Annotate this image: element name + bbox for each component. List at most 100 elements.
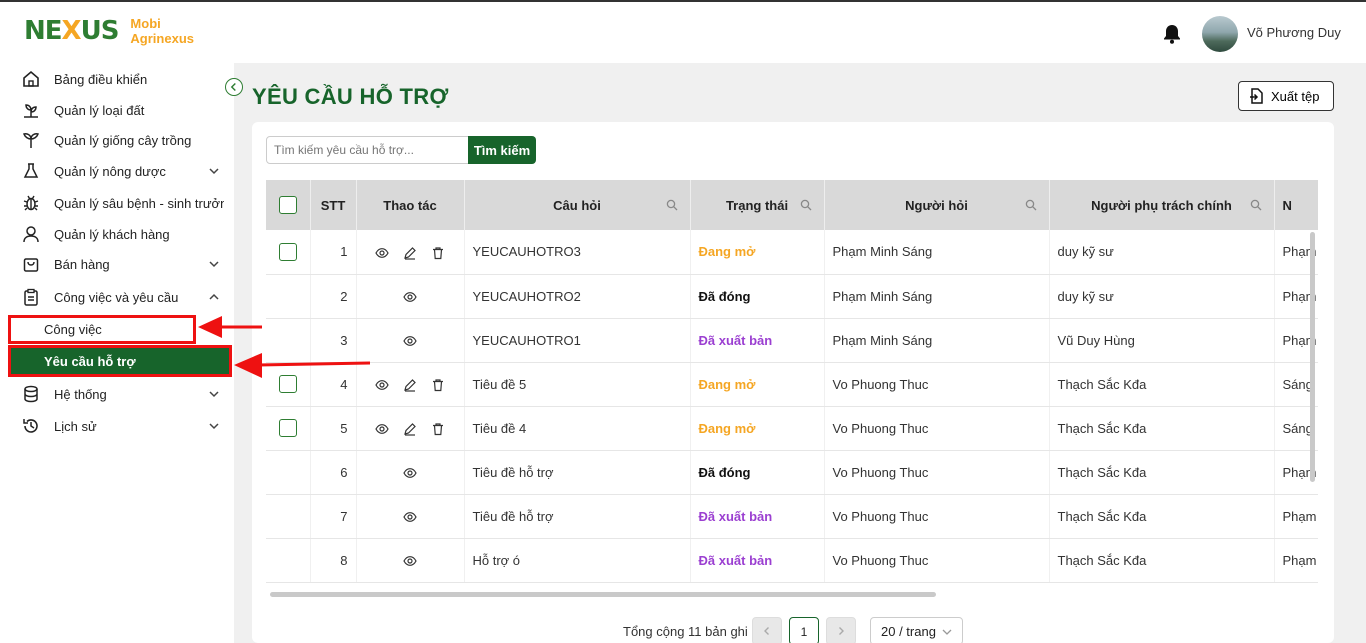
- delete-icon[interactable]: [431, 378, 445, 392]
- sidebar-item-tasks-requests[interactable]: Công việc và yêu cầu: [0, 282, 234, 312]
- page-size-select[interactable]: 20 / trang: [870, 617, 963, 643]
- sidebar-subitem-support-requests[interactable]: Yêu cầu hỗ trợ: [8, 345, 232, 377]
- view-icon[interactable]: [403, 334, 417, 348]
- row-question: Tiêu đề 5: [464, 362, 691, 407]
- header-select-all[interactable]: [266, 180, 311, 230]
- sidebar-item-pests[interactable]: Quản lý sâu bệnh - sinh trưởng: [0, 188, 234, 218]
- view-icon[interactable]: [403, 290, 417, 304]
- table-row[interactable]: 5 Tiêu đề 4 Đang mở Vo Phuong Thuc Thạch Sắc…: [266, 406, 1318, 451]
- export-button[interactable]: Xuất tệp: [1238, 81, 1334, 111]
- view-icon[interactable]: [375, 378, 389, 392]
- row-actions: [356, 494, 465, 539]
- row-actions: [356, 274, 465, 319]
- row-select-cell[interactable]: [266, 494, 311, 539]
- edit-icon[interactable]: [403, 422, 417, 436]
- sidebar: Bảng điều khiển Quản lý loại đất Quản lý…: [0, 63, 234, 643]
- view-icon[interactable]: [375, 422, 389, 436]
- row-asker: Phạm Minh Sáng: [824, 274, 1050, 319]
- sidebar-item-pesticides[interactable]: Quản lý nông dược: [0, 156, 234, 186]
- sidebar-item-customers[interactable]: Quản lý khách hàng: [0, 219, 234, 249]
- table-row[interactable]: 8 Hỗ trợ ó Đã xuất bản Vo Phuong Thuc Thạch …: [266, 538, 1318, 583]
- row-actions: [356, 362, 465, 407]
- table-row[interactable]: 6 Tiêu đề hỗ trợ Đã đóng Vo Phuong Thuc Thạc…: [266, 450, 1318, 495]
- header-stt: STT: [310, 180, 357, 230]
- logo[interactable]: NEXUS Mobi Agrinexus: [24, 16, 194, 46]
- collapse-sidebar-icon[interactable]: [225, 78, 243, 96]
- delete-icon[interactable]: [431, 422, 445, 436]
- annotation-arrow-icon: [198, 316, 262, 338]
- row-stt: 2: [310, 274, 357, 319]
- header-asker: Người hỏi: [824, 180, 1050, 230]
- vertical-scrollbar[interactable]: [1310, 232, 1315, 482]
- column-search-icon[interactable]: [800, 199, 812, 211]
- database-icon: [24, 385, 38, 403]
- logo-mark: NEXUS: [24, 16, 119, 46]
- row-owner: Thạch Sắc Kđa: [1049, 538, 1275, 583]
- column-search-icon[interactable]: [1025, 199, 1037, 211]
- row-status: Đã xuất bản: [690, 494, 825, 539]
- row-actions: [356, 318, 465, 363]
- view-icon[interactable]: [375, 246, 389, 260]
- sidebar-subitem-tasks[interactable]: Công việc: [8, 315, 196, 344]
- requests-table: STT Thao tác Câu hỏi Trạng thái Người hỏ…: [266, 180, 1318, 585]
- row-status: Đang mở: [690, 362, 825, 407]
- row-status: Đã đóng: [690, 450, 825, 495]
- chevron-right-icon: [839, 626, 844, 635]
- bell-icon[interactable]: [1163, 24, 1181, 44]
- row-owner: duy kỹ sư: [1049, 274, 1275, 319]
- chevron-up-icon: [209, 293, 219, 300]
- row-stt: 8: [310, 538, 357, 583]
- select-all-checkbox[interactable]: [278, 196, 297, 214]
- row-actions: [356, 538, 465, 583]
- view-icon[interactable]: [403, 554, 417, 568]
- row-stt: 5: [310, 406, 357, 451]
- table-row[interactable]: 7 Tiêu đề hỗ trợ Đã xuất bản Vo Phuong Thuc…: [266, 494, 1318, 539]
- column-search-icon[interactable]: [666, 199, 678, 211]
- view-icon[interactable]: [403, 466, 417, 480]
- sidebar-item-dashboard[interactable]: Bảng điều khiển: [0, 64, 234, 94]
- edit-icon[interactable]: [403, 378, 417, 392]
- search-button[interactable]: Tìm kiếm: [468, 136, 536, 164]
- next-page-button[interactable]: [826, 617, 856, 643]
- row-extra: Phạm: [1274, 538, 1318, 583]
- row-select-cell[interactable]: [266, 406, 311, 451]
- row-select-cell[interactable]: [266, 450, 311, 495]
- row-checkbox[interactable]: [278, 242, 297, 261]
- sidebar-item-soil[interactable]: Quản lý loại đất: [0, 95, 234, 125]
- horizontal-scrollbar[interactable]: [270, 592, 936, 597]
- column-search-icon[interactable]: [1250, 199, 1262, 211]
- row-select-cell[interactable]: [266, 538, 311, 583]
- avatar[interactable]: [1202, 16, 1238, 52]
- row-status: Đã xuất bản: [690, 538, 825, 583]
- row-stt: 6: [310, 450, 357, 495]
- page-number-button[interactable]: 1: [789, 617, 819, 643]
- flask-icon: [23, 163, 39, 178]
- row-actions: [356, 406, 465, 451]
- row-asker: Vo Phuong Thuc: [824, 362, 1050, 407]
- annotation-arrow-icon: [234, 353, 371, 378]
- delete-icon[interactable]: [431, 246, 445, 260]
- row-select-cell[interactable]: [266, 274, 311, 319]
- view-icon[interactable]: [403, 510, 417, 524]
- edit-icon[interactable]: [403, 246, 417, 260]
- row-asker: Vo Phuong Thuc: [824, 450, 1050, 495]
- sidebar-item-sales[interactable]: Bán hàng: [0, 249, 234, 279]
- sidebar-item-history[interactable]: Lịch sử: [0, 411, 234, 441]
- history-icon: [23, 419, 38, 433]
- chevron-down-icon: [209, 423, 219, 430]
- prev-page-button[interactable]: [752, 617, 782, 643]
- search-input[interactable]: [266, 136, 469, 164]
- user-name[interactable]: Võ Phương Duy: [1247, 25, 1341, 40]
- sidebar-item-seeds[interactable]: Quản lý giống cây trồng: [0, 125, 234, 155]
- row-asker: Phạm Minh Sáng: [824, 318, 1050, 363]
- sidebar-item-system[interactable]: Hệ thống: [0, 379, 234, 409]
- row-owner: Thạch Sắc Kđa: [1049, 494, 1275, 539]
- table-row[interactable]: 1 YEUCAUHOTRO3 Đang mở Phạm Minh Sáng duy kỹ…: [266, 230, 1318, 275]
- row-asker: Vo Phuong Thuc: [824, 494, 1050, 539]
- table-row[interactable]: 2 YEUCAUHOTRO2 Đã đóng Phạm Minh Sáng duy kỹ…: [266, 274, 1318, 319]
- row-actions: [356, 230, 465, 275]
- row-checkbox[interactable]: [278, 419, 297, 437]
- row-select-cell[interactable]: [266, 230, 311, 275]
- table-row[interactable]: 3 YEUCAUHOTRO1 Đã xuất bản Phạm Minh Sáng Vũ…: [266, 318, 1318, 363]
- table-row[interactable]: 4 Tiêu đề 5 Đang mở Vo Phuong Thuc Thạch Sắc…: [266, 362, 1318, 407]
